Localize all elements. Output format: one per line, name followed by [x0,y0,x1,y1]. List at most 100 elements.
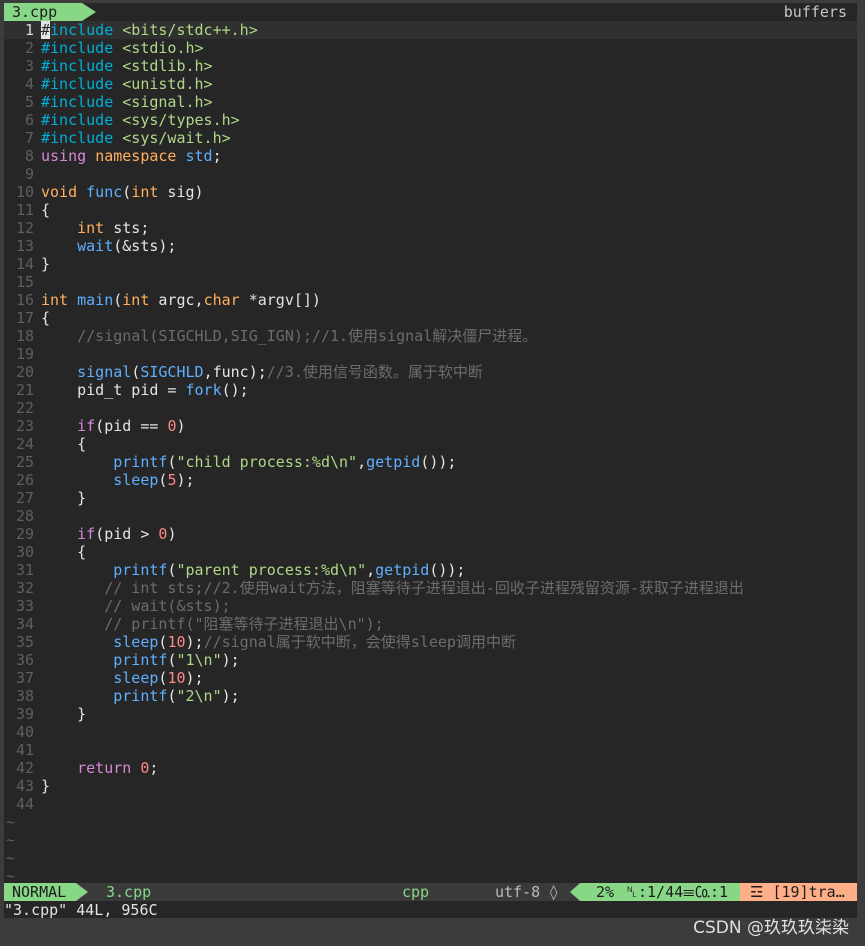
code-editor[interactable]: 1 #include <bits/stdc++.h> 2 #include <stdi… [4,21,857,885]
code-line-1[interactable]: 1 #include <bits/stdc++.h> [4,21,857,39]
code-token: } [41,255,51,273]
code-line-8[interactable]: 8 using namespace std; [4,147,857,165]
line-number: 16 [15,291,34,309]
line-number: 38 [15,687,34,705]
line-number: 26 [15,471,34,489]
code-line-35[interactable]: 35 sleep(10);//signal属于软中断，会使得sleep调用中断 [4,633,857,651]
code-token: signal [77,363,132,381]
code-line-42[interactable]: 42 return 0; [4,759,857,777]
code-token: *argv[]) [239,291,321,309]
code-token: { [41,543,87,561]
code-token: ); [185,669,204,687]
code-token: ()); [420,453,457,471]
tab-3cpp[interactable]: 3.cpp [4,3,82,21]
line-number: 30 [15,543,34,561]
line-number: 6 [24,111,34,129]
code-token: , [366,561,376,579]
code-line-17[interactable]: 17 { [4,309,857,327]
code-line-40[interactable]: 40 [4,723,857,741]
code-token: #include [41,111,123,129]
code-line-6[interactable]: 6 #include <sys/types.h> [4,111,857,129]
status-encoding: utf-8 ◊ [495,883,559,901]
line-number: 23 [15,417,34,435]
code-line-22[interactable]: 22 [4,399,857,417]
line-number: 11 [15,201,34,219]
code-line-2[interactable]: 2 #include <stdio.h> [4,39,857,57]
code-line-31[interactable]: 31 printf("parent process:%d\n",getpid()… [4,561,857,579]
code-token: ) [176,417,186,435]
status-position-section: 2% ␤:1/44☰ ㏇:1 [580,883,740,901]
code-line-7[interactable]: 7 #include <sys/wait.h> [4,129,857,147]
code-line-18[interactable]: 18 //signal(SIGCHLD,SIG_IGN);//1.使用signa… [4,327,857,345]
code-line-38[interactable]: 38 printf("2\n"); [4,687,857,705]
line-number: 14 [15,255,34,273]
status-filetype: cpp [402,883,430,901]
code-line-29[interactable]: 29 if(pid > 0) [4,525,857,543]
code-token: int [41,291,69,309]
code-token: printf [113,687,168,705]
line-number: 32 [15,579,34,597]
line-number: 36 [15,651,34,669]
code-line-14[interactable]: 14} [4,255,857,273]
code-line-11[interactable]: 11 { [4,201,857,219]
code-line-21[interactable]: 21 pid_t pid = fork(); [4,381,857,399]
code-line-23[interactable]: 23 if(pid == 0) [4,417,857,435]
code-line-25[interactable]: 25 printf("child process:%d\n",getpid())… [4,453,857,471]
code-line-10[interactable]: 10 void func(int sig) [4,183,857,201]
code-line-27[interactable]: 27 } [4,489,857,507]
code-line-28[interactable]: 28 [4,507,857,525]
tabline: 3.cpp buffers [4,3,857,21]
code-line-34[interactable]: 34 // printf("阻塞等待子进程退出\n"); [4,615,857,633]
code-token: <bits/stdc++.h> [122,21,258,39]
code-line-5[interactable]: 5 #include <signal.h> [4,93,857,111]
code-line-33[interactable]: 33 // wait(&sts); [4,597,857,615]
line-number: 24 [15,435,34,453]
code-line-39[interactable]: 39 } [4,705,857,723]
code-line-19[interactable]: 19 [4,345,857,363]
code-token: printf [113,453,168,471]
code-token: <unistd.h> [122,75,213,93]
code-line-37[interactable]: 37 sleep(10); [4,669,857,687]
code-line-20[interactable]: 20 signal(SIGCHLD,func);//3.使用信号函数。属于软中断 [4,363,857,381]
code-token: ,func); [203,363,267,381]
line-number: 39 [15,705,34,723]
code-token: //signal(SIGCHLD,SIG_IGN);//1.使用signal解决… [77,327,538,345]
code-line-32[interactable]: 32 // int sts;//2.使用wait方法，阻塞等待子进程退出-回收子… [4,579,857,597]
code-line-24[interactable]: 24 { [4,435,857,453]
code-line-9[interactable]: 9 [4,165,857,183]
code-line-41[interactable]: 41 [4,741,857,759]
code-token: argc, [149,291,204,309]
line-number: 44 [15,795,34,813]
status-warning: ☲ [19]tra… [740,883,857,901]
line-number: 10 [15,183,34,201]
code-line-43[interactable]: 43} [4,777,857,795]
code-token: (pid > [95,525,159,543]
status-right-arrow [570,883,580,901]
code-line-4[interactable]: 4 #include <unistd.h> [4,75,857,93]
code-token: namespace [95,147,177,165]
code-line-44[interactable]: 44 [4,795,857,813]
code-token: if [77,417,96,435]
code-token: void [41,183,78,201]
code-line-12[interactable]: 12 int sts; [4,219,857,237]
line-number: 1 [24,21,34,39]
code-line-3[interactable]: 3 #include <stdlib.h> [4,57,857,75]
code-line-30[interactable]: 30 { [4,543,857,561]
code-line-13[interactable]: 13 wait(&sts); [4,237,857,255]
line-number: 9 [24,165,34,183]
code-line-26[interactable]: 26 sleep(5); [4,471,857,489]
code-token: 10 [167,669,186,687]
code-token: ); [221,651,240,669]
watermark: CSDN @玖玖玖柒染 [693,918,849,938]
code-line-15[interactable]: 15 [4,273,857,291]
vim-window: 3.cpp buffers 1 #include <bits/stdc++.h> 2… [4,3,857,918]
code-line-36[interactable]: 36 printf("1\n"); [4,651,857,669]
code-token: char [203,291,240,309]
code-line-16[interactable]: 16 int main(int argc,char *argv[]) [4,291,857,309]
code-token: //signal属于软中断，会使得sleep调用中断 [203,633,516,651]
